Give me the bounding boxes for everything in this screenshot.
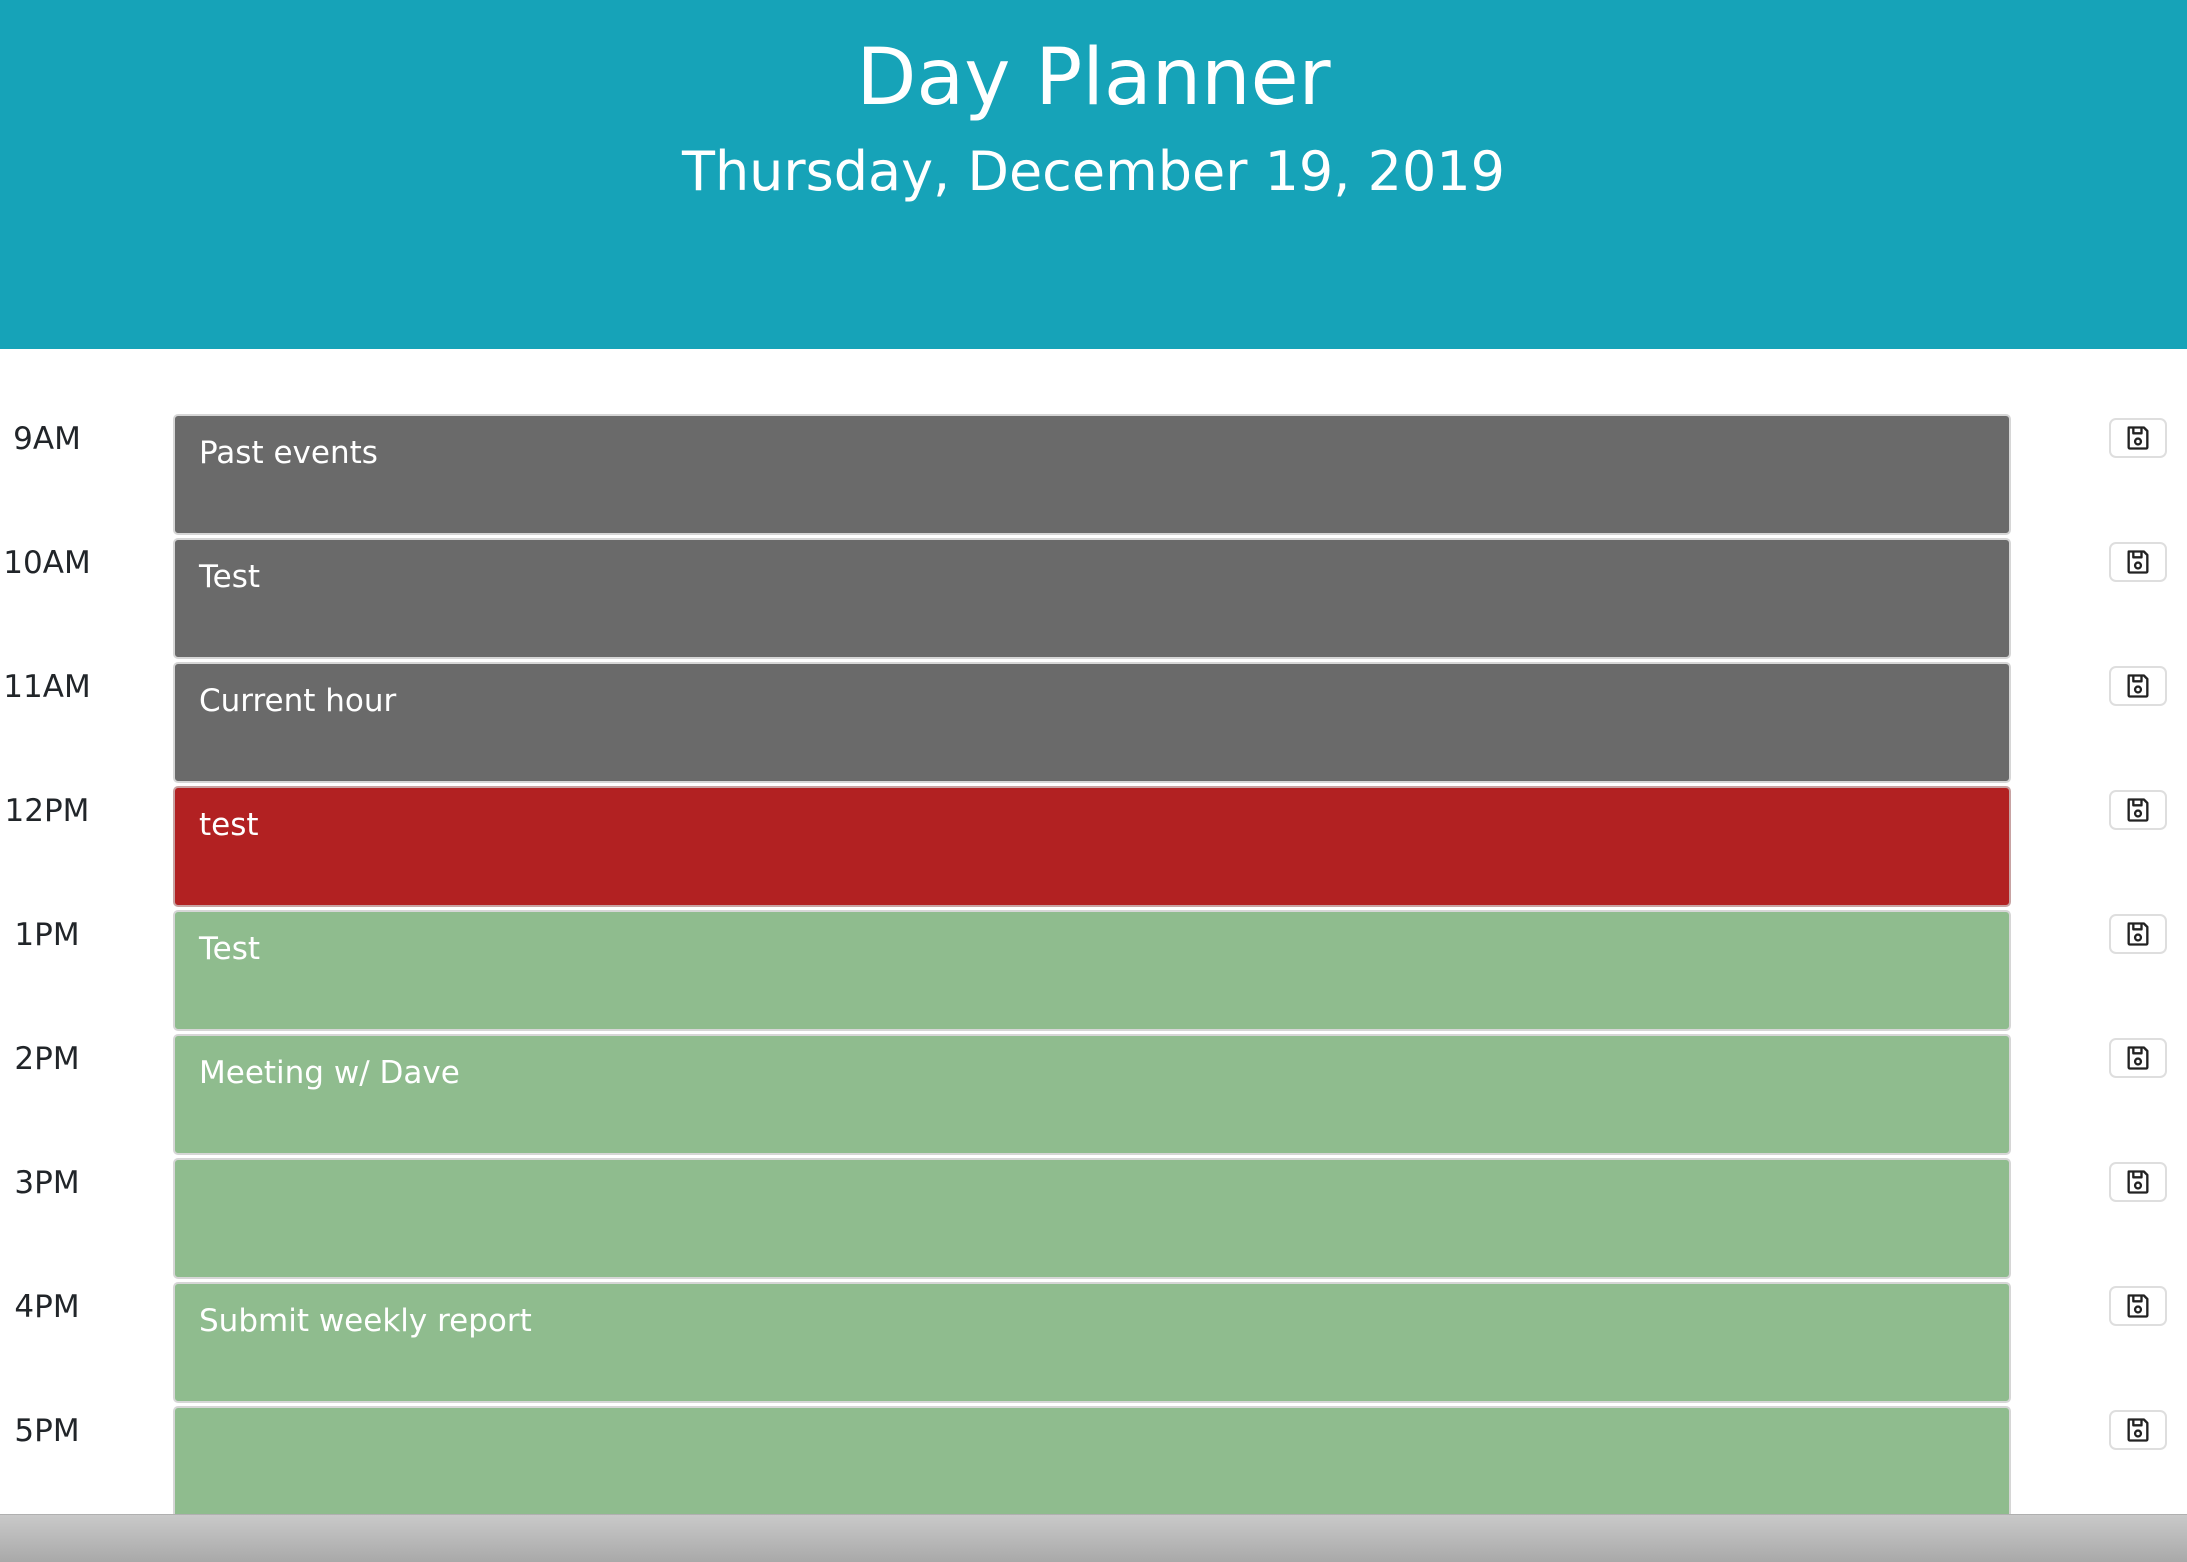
save-button[interactable] [2109,1286,2167,1326]
floppy-disk-icon [2124,1044,2152,1072]
hour-label: 3PM [14,1165,80,1201]
time-block-row: 3PM [0,1157,2187,1281]
event-textarea[interactable]: Submit weekly report [173,1282,2011,1403]
time-block-row: 1PM Test [0,909,2187,1033]
floppy-disk-icon [2124,796,2152,824]
hour-label: 9AM [13,421,81,457]
time-block-row: 11AM Current hour [0,661,2187,785]
day-planner-page: Day Planner Thursday, December 19, 2019 … [0,0,2187,1562]
time-block-row: 12PM test [0,785,2187,909]
hour-label: 2PM [14,1041,80,1077]
event-textarea[interactable]: Test [173,910,2011,1031]
time-block-row: 5PM [0,1405,2187,1529]
page-title: Day Planner [856,33,1331,123]
hour-label: 11AM [3,669,91,705]
time-block-row: 9AM Past events [0,413,2187,537]
hour-label: 10AM [3,545,91,581]
floppy-disk-icon [2124,548,2152,576]
event-textarea[interactable]: test [173,786,2011,907]
save-button[interactable] [2109,1038,2167,1078]
floppy-disk-icon [2124,672,2152,700]
save-button[interactable] [2109,666,2167,706]
time-block-list: 9AM Past events 10AM Test 11AM Current hour 12… [0,413,2187,1529]
time-block-row: 4PM Submit weekly report [0,1281,2187,1405]
hour-label: 12PM [4,793,90,829]
window-bottom-edge [0,1514,2187,1562]
hour-label: 5PM [14,1413,80,1449]
current-date: Thursday, December 19, 2019 [681,140,1506,203]
floppy-disk-icon [2124,424,2152,452]
save-button[interactable] [2109,790,2167,830]
floppy-disk-icon [2124,1168,2152,1196]
save-button[interactable] [2109,914,2167,954]
event-textarea[interactable]: Meeting w/ Dave [173,1034,2011,1155]
floppy-disk-icon [2124,920,2152,948]
time-block-row: 10AM Test [0,537,2187,661]
event-textarea[interactable] [173,1406,2011,1527]
event-textarea[interactable]: Current hour [173,662,2011,783]
jumbotron-header: Day Planner Thursday, December 19, 2019 [0,0,2187,349]
save-button[interactable] [2109,542,2167,582]
event-textarea[interactable] [173,1158,2011,1279]
save-button[interactable] [2109,1162,2167,1202]
event-textarea[interactable]: Past events [173,414,2011,535]
floppy-disk-icon [2124,1292,2152,1320]
save-button[interactable] [2109,1410,2167,1450]
event-textarea[interactable]: Test [173,538,2011,659]
time-block-row: 2PM Meeting w/ Dave [0,1033,2187,1157]
hour-label: 4PM [14,1289,80,1325]
hour-label: 1PM [14,917,80,953]
floppy-disk-icon [2124,1416,2152,1444]
save-button[interactable] [2109,418,2167,458]
